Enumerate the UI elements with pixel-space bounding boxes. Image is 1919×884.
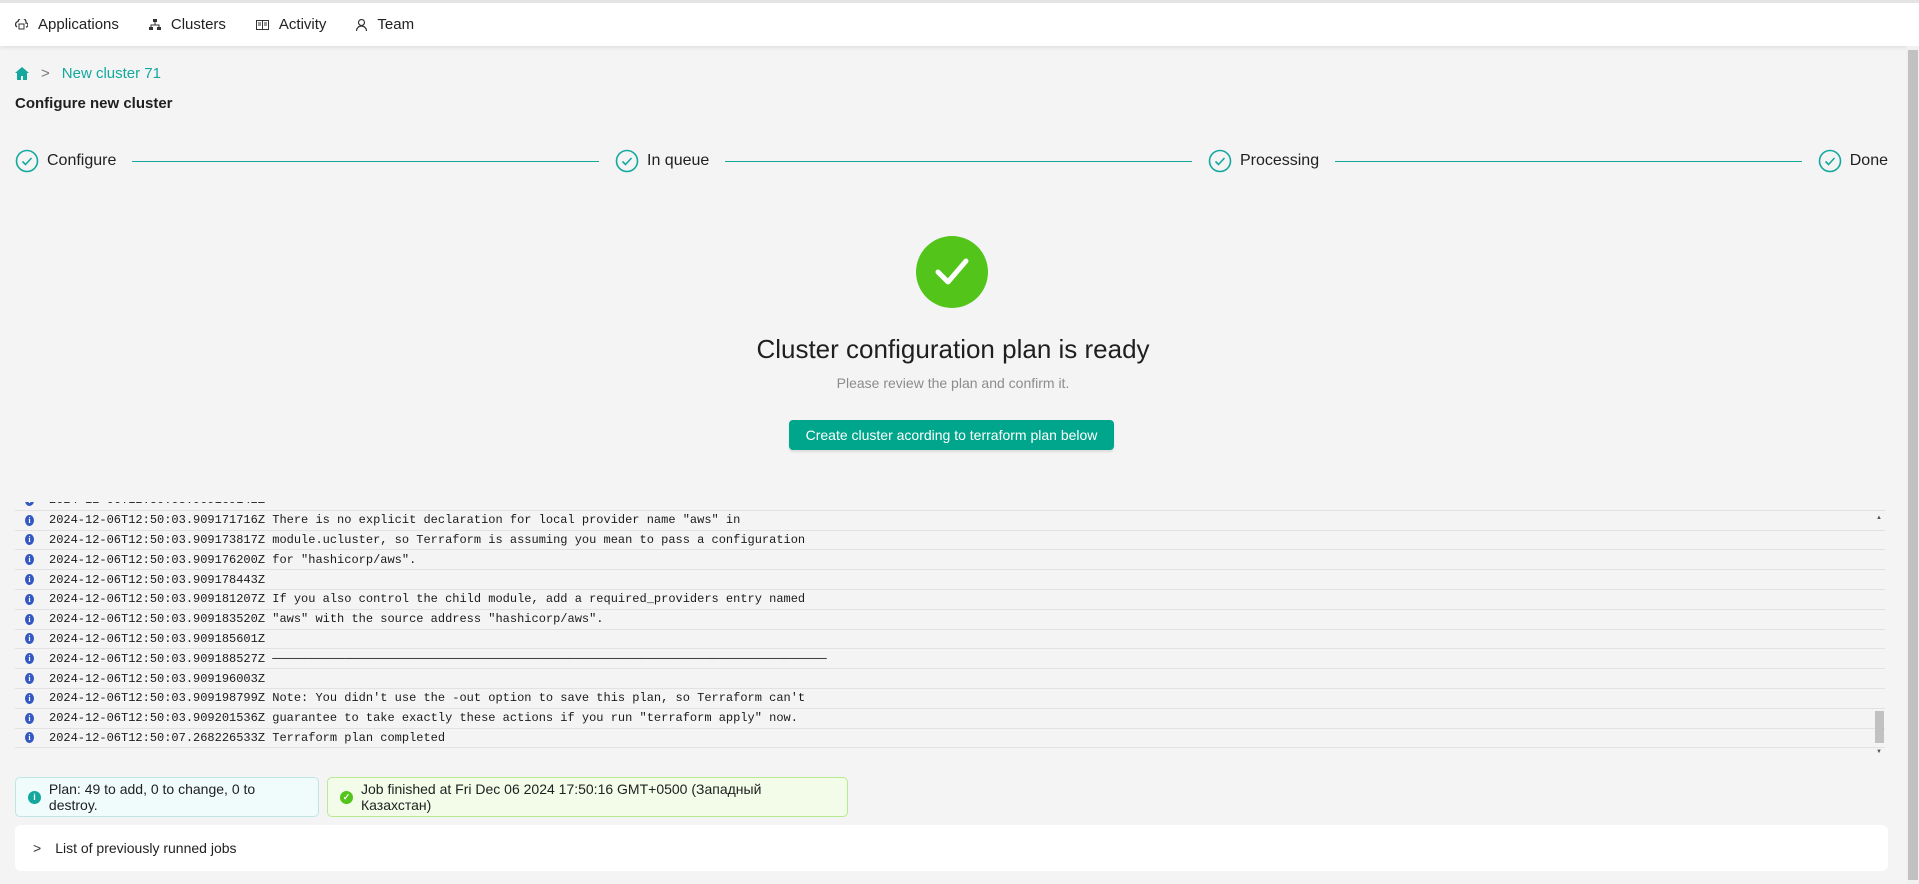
log-row: i 2024-12-06T12:50:03.909178443Z — [15, 570, 1885, 590]
log-text: 2024-12-06T12:50:03.909201536Z — [49, 711, 266, 726]
log-text: 2024-12-06T12:50:03.909178443Z — [49, 572, 266, 587]
log-text: 2024-12-06T12:50:03.909171716Z — [49, 513, 266, 528]
log-text: 2024-12-06T12:50:03.909183520Z — [49, 612, 266, 627]
log-message: ────────────────────────────────────────… — [265, 651, 827, 666]
page-scrollbar[interactable] — [1906, 46, 1919, 884]
job-status-text: Job finished at Fri Dec 06 2024 17:50:16… — [360, 781, 762, 813]
check-circle-icon — [615, 149, 639, 173]
info-icon: i — [25, 653, 34, 665]
log-text: 2024-12-06T12:50:03.909196003Z — [49, 671, 266, 686]
breadcrumb-current[interactable]: New cluster 71 — [62, 65, 161, 82]
check-circle-icon — [1818, 149, 1842, 173]
step-label: Processing — [1239, 152, 1320, 169]
nav-label: Activity — [278, 16, 327, 33]
chevron-right-icon: > — [33, 840, 42, 856]
info-icon: i — [25, 732, 34, 744]
log-message: There is no explicit declaration for loc… — [265, 513, 741, 528]
nav-label: Applications — [38, 16, 119, 33]
log-row: i 2024-12-06T12:50:03.909183520Z "aws" wi… — [15, 610, 1885, 630]
log-message: guarantee to take exactly these actions … — [265, 711, 798, 726]
log-row: i 2024-12-06T12:50:03.909185601Z — [15, 630, 1885, 650]
log-text: 2024-12-06T12:50:03.909176200Z — [49, 552, 266, 567]
create-cluster-button[interactable]: Create cluster acording to terraform pla… — [789, 420, 1114, 450]
breadcrumb: > New cluster 71 — [15, 65, 161, 82]
book-icon — [255, 19, 269, 30]
log-row: i 2024-12-06T12:50:03.909188527Z ────────… — [15, 649, 1885, 670]
step-configure: Configure — [15, 149, 116, 173]
nav-label: Team — [377, 16, 415, 33]
log-message: for "hashicorp/aws". — [265, 552, 417, 567]
log-row: i 2024-12-06T12:50:03.909176200Z for "has… — [15, 550, 1885, 571]
nav-label: Clusters — [170, 16, 226, 33]
info-icon: i — [25, 613, 34, 625]
step-connector — [1335, 160, 1802, 162]
nav-applications[interactable]: Applications — [15, 16, 119, 33]
info-icon: i — [25, 692, 34, 704]
info-icon: i — [25, 534, 34, 546]
log-text: 2024-12-06T12:50:07.268226533Z — [49, 730, 266, 745]
result-subtitle: Please review the plan and confirm it. — [836, 375, 1070, 391]
check-circle-icon: ✓ — [340, 790, 353, 804]
step-label: Configure — [47, 152, 117, 169]
info-icon: i — [25, 502, 34, 506]
chevron-right-icon: > — [41, 65, 50, 82]
log-row: i 2024-12-06T12:50:03.909201536Z guarante… — [15, 709, 1885, 729]
plan-summary-badge: i Plan: 49 to add, 0 to change, 0 to dest… — [15, 777, 319, 817]
log-row: i 2024-12-06T12:50:03.909196003Z — [15, 669, 1885, 689]
step-processing: Processing — [1208, 149, 1319, 173]
log-message: Note: You didn't use the -out option to … — [265, 691, 806, 706]
log-message: Terraform plan completed — [265, 730, 446, 745]
log-scrollbar[interactable]: ▲ ▼ — [1873, 513, 1885, 755]
step-in-queue: In queue — [615, 149, 709, 173]
page-title: Configure new cluster — [15, 95, 173, 112]
job-status-badge: ✓ Job finished at Fri Dec 06 2024 17:50:1… — [327, 777, 848, 817]
step-connector — [725, 160, 1192, 162]
log-text: 2024-12-06T12:50:03.909198799Z — [49, 691, 266, 706]
log-text: 2024-12-06T12:50:03.909173817Z — [49, 532, 266, 547]
sitemap-icon — [148, 18, 161, 30]
previous-jobs-collapse[interactable]: > List of previously runned jobs — [15, 825, 1888, 871]
log-text: 2024-12-06T12:50:03.909181207Z — [49, 592, 266, 607]
info-icon: i — [25, 633, 34, 645]
log-row: i 2024-12-06T12:50:03.909171716Z There is… — [15, 511, 1885, 531]
log-row: i 2024-12-06T12:50:07.268226533Z Terrafor… — [15, 729, 1885, 749]
info-icon: i — [25, 673, 34, 685]
log-viewer[interactable]: i 2024-12-06T12:50:03.909169142Z i 2024-12-… — [15, 502, 1885, 755]
result-heading: Cluster configuration plan is ready — [756, 334, 1150, 364]
log-text: 2024-12-06T12:50:03.909185601Z — [49, 631, 266, 646]
info-icon: i — [25, 593, 34, 605]
info-icon: i — [25, 574, 34, 586]
success-check-icon — [916, 236, 988, 308]
log-text: 2024-12-06T12:50:03.909188527Z — [49, 651, 266, 666]
previous-jobs-label: List of previously runned jobs — [55, 840, 237, 856]
check-circle-icon — [1208, 149, 1232, 173]
info-icon: i — [25, 554, 34, 566]
step-connector — [132, 160, 600, 162]
stepper: Configure In queue Processing Done — [15, 149, 1888, 173]
info-icon: i — [25, 712, 34, 724]
nav-team[interactable]: Team — [356, 16, 414, 33]
check-circle-icon — [15, 149, 39, 173]
info-icon: i — [28, 790, 41, 804]
plan-summary-text: Plan: 49 to add, 0 to change, 0 to destr… — [48, 781, 256, 813]
log-row: i 2024-12-06T12:50:03.909181207Z If you a… — [15, 590, 1885, 610]
home-icon[interactable] — [15, 67, 29, 80]
log-message: module.ucluster, so Terraform is assumin… — [265, 532, 806, 547]
nav-activity[interactable]: Activity — [255, 16, 327, 33]
log-row: i 2024-12-06T12:50:03.909173817Z module.u… — [15, 531, 1885, 551]
cloud-icon — [15, 19, 28, 30]
step-label: Done — [1849, 152, 1888, 169]
info-icon: i — [25, 514, 34, 526]
log-row: i 2024-12-06T12:50:03.909198799Z Note: Yo… — [15, 689, 1885, 709]
log-text: 2024-12-06T12:50:03.909169142Z — [49, 502, 265, 507]
user-icon — [356, 18, 368, 31]
top-nav: Applications Clusters Activity Team — [0, 0, 1919, 46]
nav-clusters[interactable]: Clusters — [148, 16, 226, 33]
log-message: "aws" with the source address "hashicorp… — [265, 612, 604, 627]
log-message: If you also control the child module, ad… — [265, 592, 806, 607]
step-done: Done — [1818, 149, 1888, 173]
step-label: In queue — [647, 152, 710, 169]
log-row: i 2024-12-06T12:50:03.909169142Z — [15, 502, 1885, 511]
